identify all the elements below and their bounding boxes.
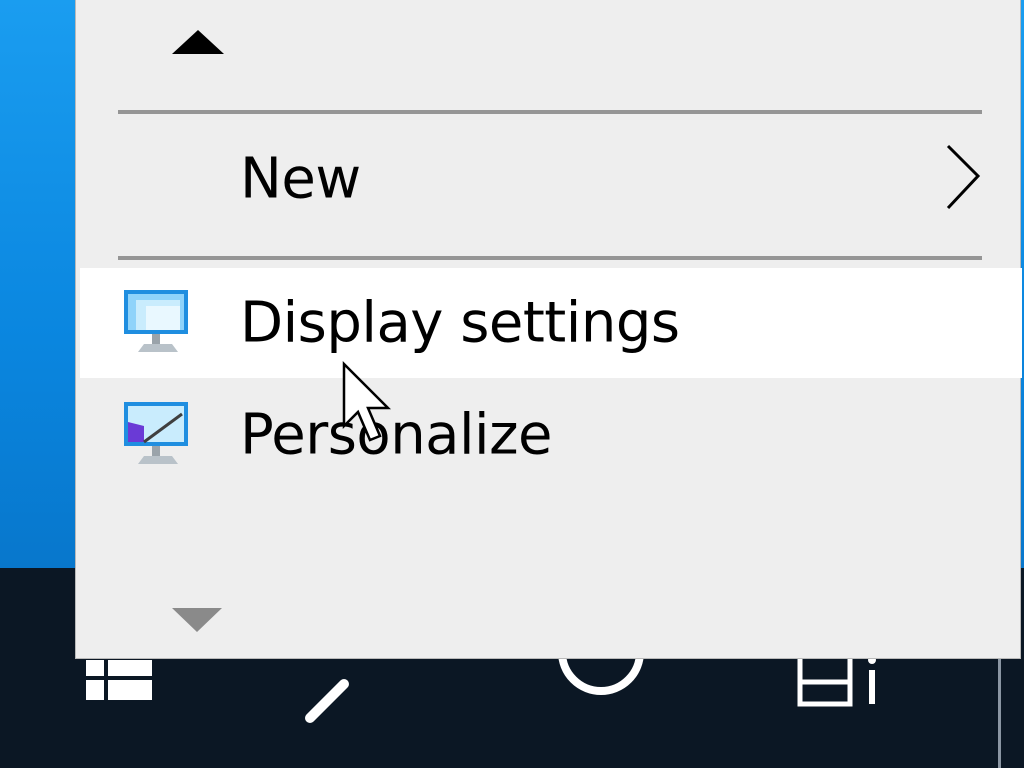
- chevron-right-icon: [946, 144, 981, 210]
- taskbar-divider: [998, 656, 1001, 768]
- task-view-icon[interactable]: [796, 652, 886, 708]
- personalize-icon: [124, 402, 188, 464]
- desktop-context-menu: New Display settings Personalize: [75, 0, 1022, 659]
- menu-item-new[interactable]: New: [80, 124, 1022, 234]
- menu-item-label: New: [240, 146, 361, 212]
- windows-logo-icon[interactable]: [86, 660, 154, 702]
- menu-separator: [118, 110, 982, 114]
- menu-item-label: Display settings: [240, 290, 680, 356]
- display-settings-icon: [124, 290, 188, 352]
- cortana-icon[interactable]: [556, 652, 646, 712]
- triangle-up-icon[interactable]: [172, 30, 224, 54]
- triangle-down-icon[interactable]: [172, 608, 222, 632]
- search-icon[interactable]: [300, 648, 420, 724]
- menu-item-display-settings[interactable]: Display settings: [80, 268, 1022, 378]
- menu-item-personalize[interactable]: Personalize: [80, 380, 1022, 490]
- mouse-cursor-icon: [342, 360, 392, 442]
- menu-separator: [118, 256, 982, 260]
